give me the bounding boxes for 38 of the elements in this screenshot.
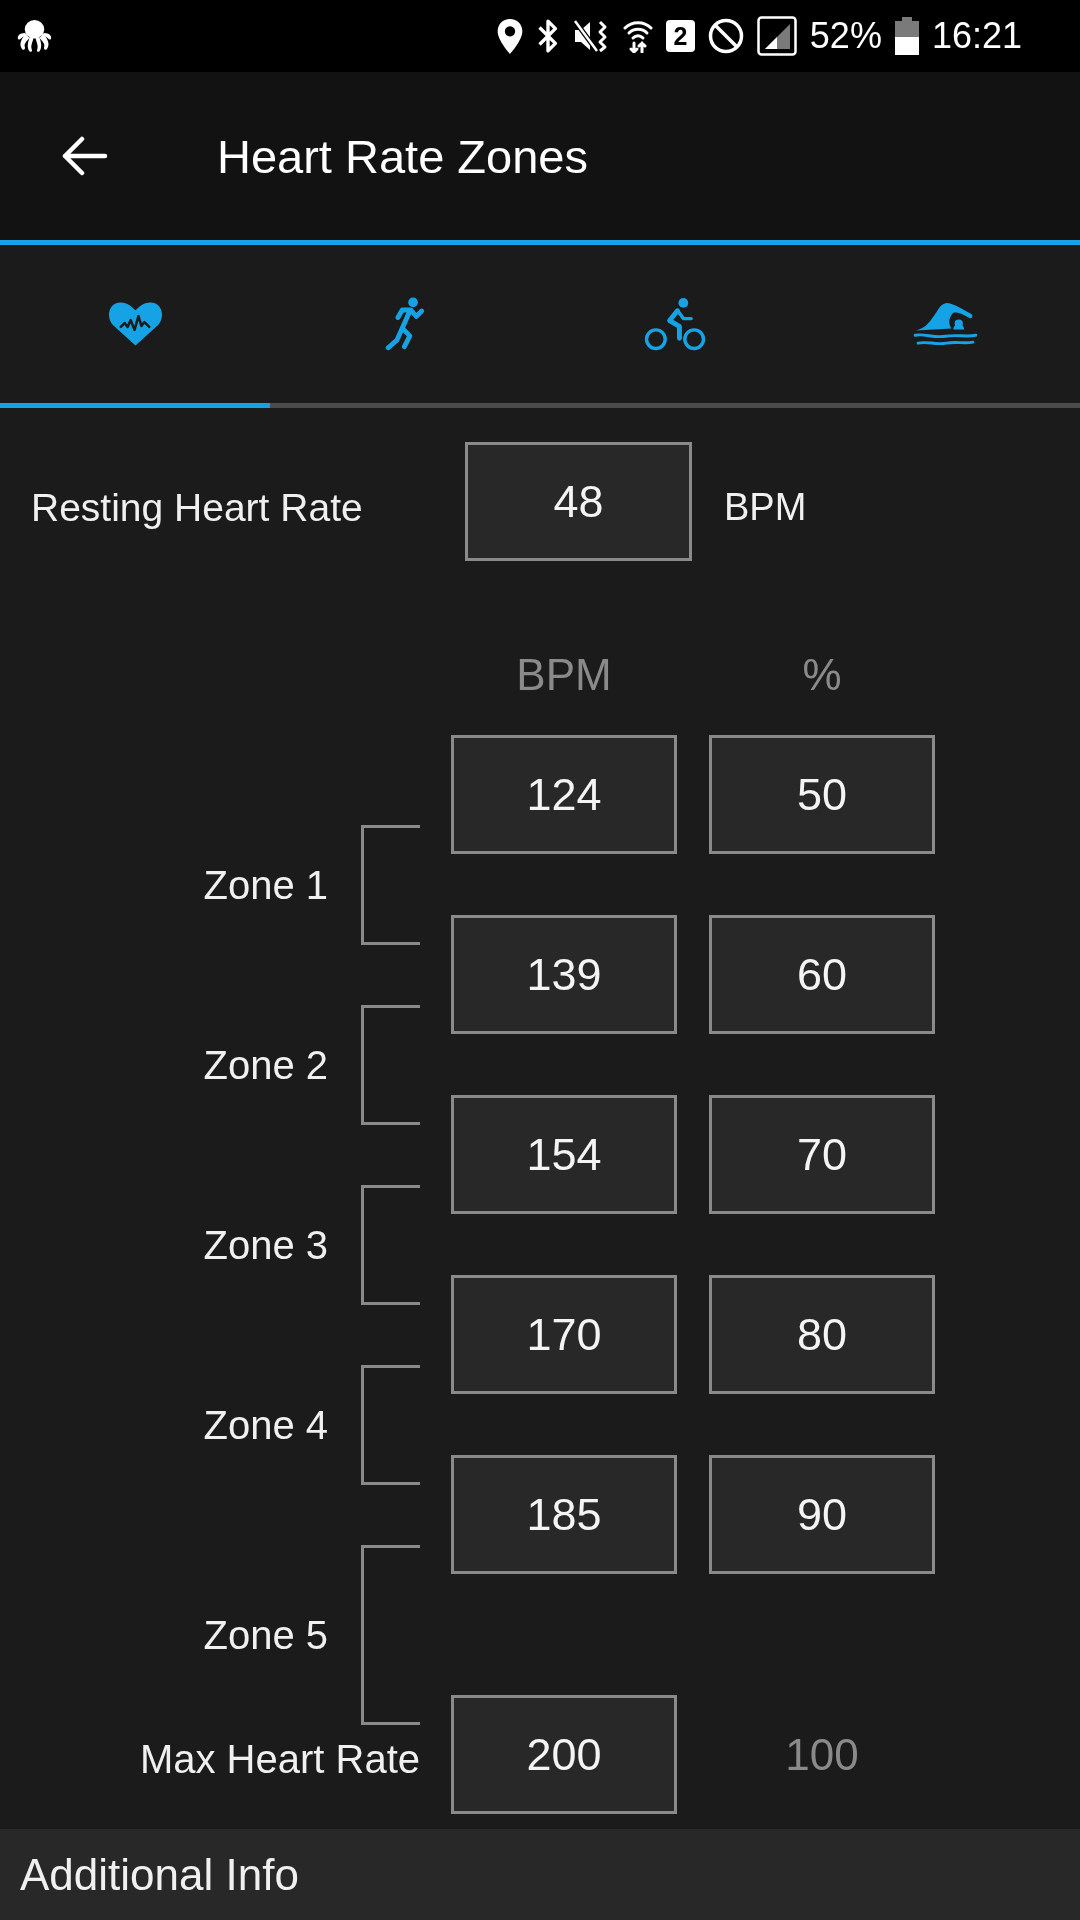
zone-label: Zone 3 xyxy=(203,1222,329,1268)
zone-label: Zone 1 xyxy=(203,862,329,908)
signal-icon xyxy=(756,16,797,56)
cyclist-icon xyxy=(643,297,707,351)
column-header: % xyxy=(801,650,843,700)
resting-heart-rate-label: Resting Heart Rate xyxy=(30,484,364,530)
battery-percent: 52% xyxy=(809,18,882,54)
max-heart-rate-label: Max Heart Rate xyxy=(139,1735,420,1782)
bpm-field[interactable]: 170 xyxy=(451,1275,677,1394)
percent-field[interactable]: 60 xyxy=(709,915,935,1034)
octopus-icon xyxy=(17,19,52,53)
location-pin-icon xyxy=(496,18,523,54)
zone-label: Zone 2 xyxy=(203,1042,329,1088)
column-header: BPM xyxy=(515,650,613,700)
max-heart-rate-field[interactable]: 200 xyxy=(451,1695,677,1814)
percent-field[interactable]: 80 xyxy=(709,1275,935,1394)
wifi-icon xyxy=(622,19,653,53)
percent-field[interactable]: 90 xyxy=(709,1455,935,1574)
battery-icon xyxy=(894,17,919,55)
bpm-field[interactable]: 139 xyxy=(451,915,677,1034)
bpm-field[interactable]: 185 xyxy=(451,1455,677,1574)
heart-pulse-icon xyxy=(106,300,164,348)
clock-time: 16:21 xyxy=(931,18,1022,54)
resting-heart-rate-field[interactable]: 48 xyxy=(465,442,692,561)
zone-label: Zone 5 xyxy=(203,1612,329,1658)
additional-info-header[interactable]: Additional Info xyxy=(0,1829,1080,1920)
bpm-field[interactable]: 154 xyxy=(451,1095,677,1214)
back-icon[interactable] xyxy=(61,136,108,176)
percent-field[interactable]: 70 xyxy=(709,1095,935,1214)
bpm-field[interactable]: 124 xyxy=(451,735,677,854)
percent-field[interactable]: 50 xyxy=(709,735,935,854)
max-percent-text: 100 xyxy=(785,1730,859,1780)
sim-badge: 2 xyxy=(665,20,695,52)
screen-title: Heart Rate Zones xyxy=(217,128,588,184)
zone-label: Zone 4 xyxy=(203,1402,329,1448)
unit-label: BPM xyxy=(724,485,808,529)
do-not-disturb-icon xyxy=(707,18,744,54)
swimmer-icon xyxy=(912,300,978,348)
